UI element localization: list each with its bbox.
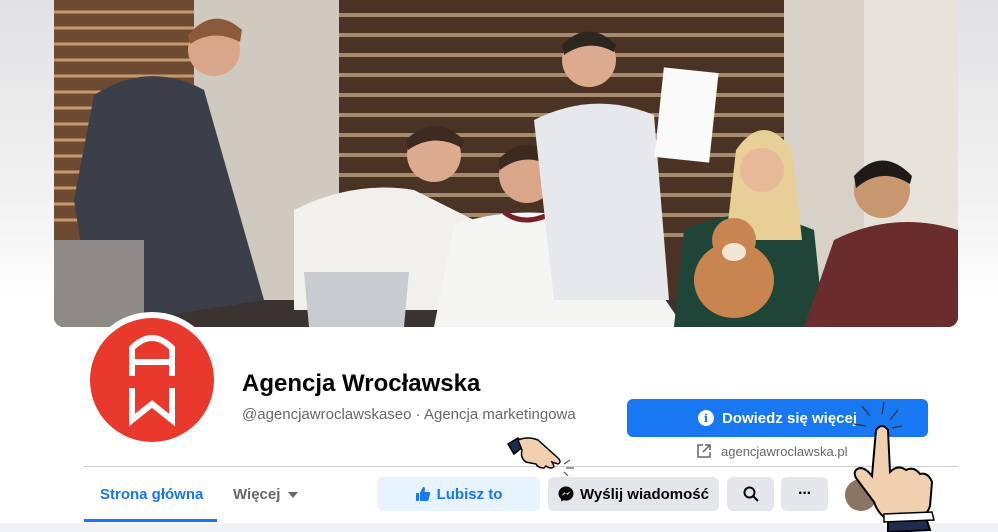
- more-options-button[interactable]: ···: [781, 477, 828, 511]
- tab-more[interactable]: Więcej: [233, 486, 299, 503]
- website-link[interactable]: agencjawroclawska.pl: [697, 441, 847, 461]
- tab-home[interactable]: Strona główna: [100, 486, 203, 503]
- info-icon: i: [697, 410, 714, 426]
- search-button[interactable]: [727, 477, 774, 511]
- send-message-button[interactable]: Wyślij wiadomość: [548, 477, 719, 511]
- page-avatar[interactable]: [90, 318, 214, 442]
- page-handle-category: @agencjawroclawskaseo · Agencja marketin…: [242, 406, 576, 423]
- chevron-down-icon: [288, 491, 299, 498]
- learn-more-label: Dowiedz się więcej: [721, 409, 858, 427]
- large-pointing-hand-icon: [853, 402, 935, 532]
- messenger-icon: [558, 486, 574, 502]
- pointing-hand-icon: [506, 437, 574, 476]
- page-title: Agencja Wrocławska: [242, 370, 481, 397]
- send-message-label: Wyślij wiadomość: [580, 485, 709, 503]
- search-icon: [743, 486, 759, 502]
- tab-home-label: Strona główna: [100, 486, 204, 503]
- external-link-icon: [697, 444, 711, 458]
- like-button[interactable]: Lubisz to: [377, 477, 540, 511]
- tab-more-label: Więcej: [233, 486, 281, 503]
- more-icon: ···: [798, 485, 812, 502]
- active-tab-indicator: [84, 519, 217, 522]
- cover-photo[interactable]: [54, 0, 958, 327]
- aw-logo-icon: [129, 335, 175, 427]
- website-url: agencjawroclawska.pl: [721, 443, 848, 459]
- thumbs-up-icon: [415, 487, 430, 501]
- like-label: Lubisz to: [436, 485, 503, 503]
